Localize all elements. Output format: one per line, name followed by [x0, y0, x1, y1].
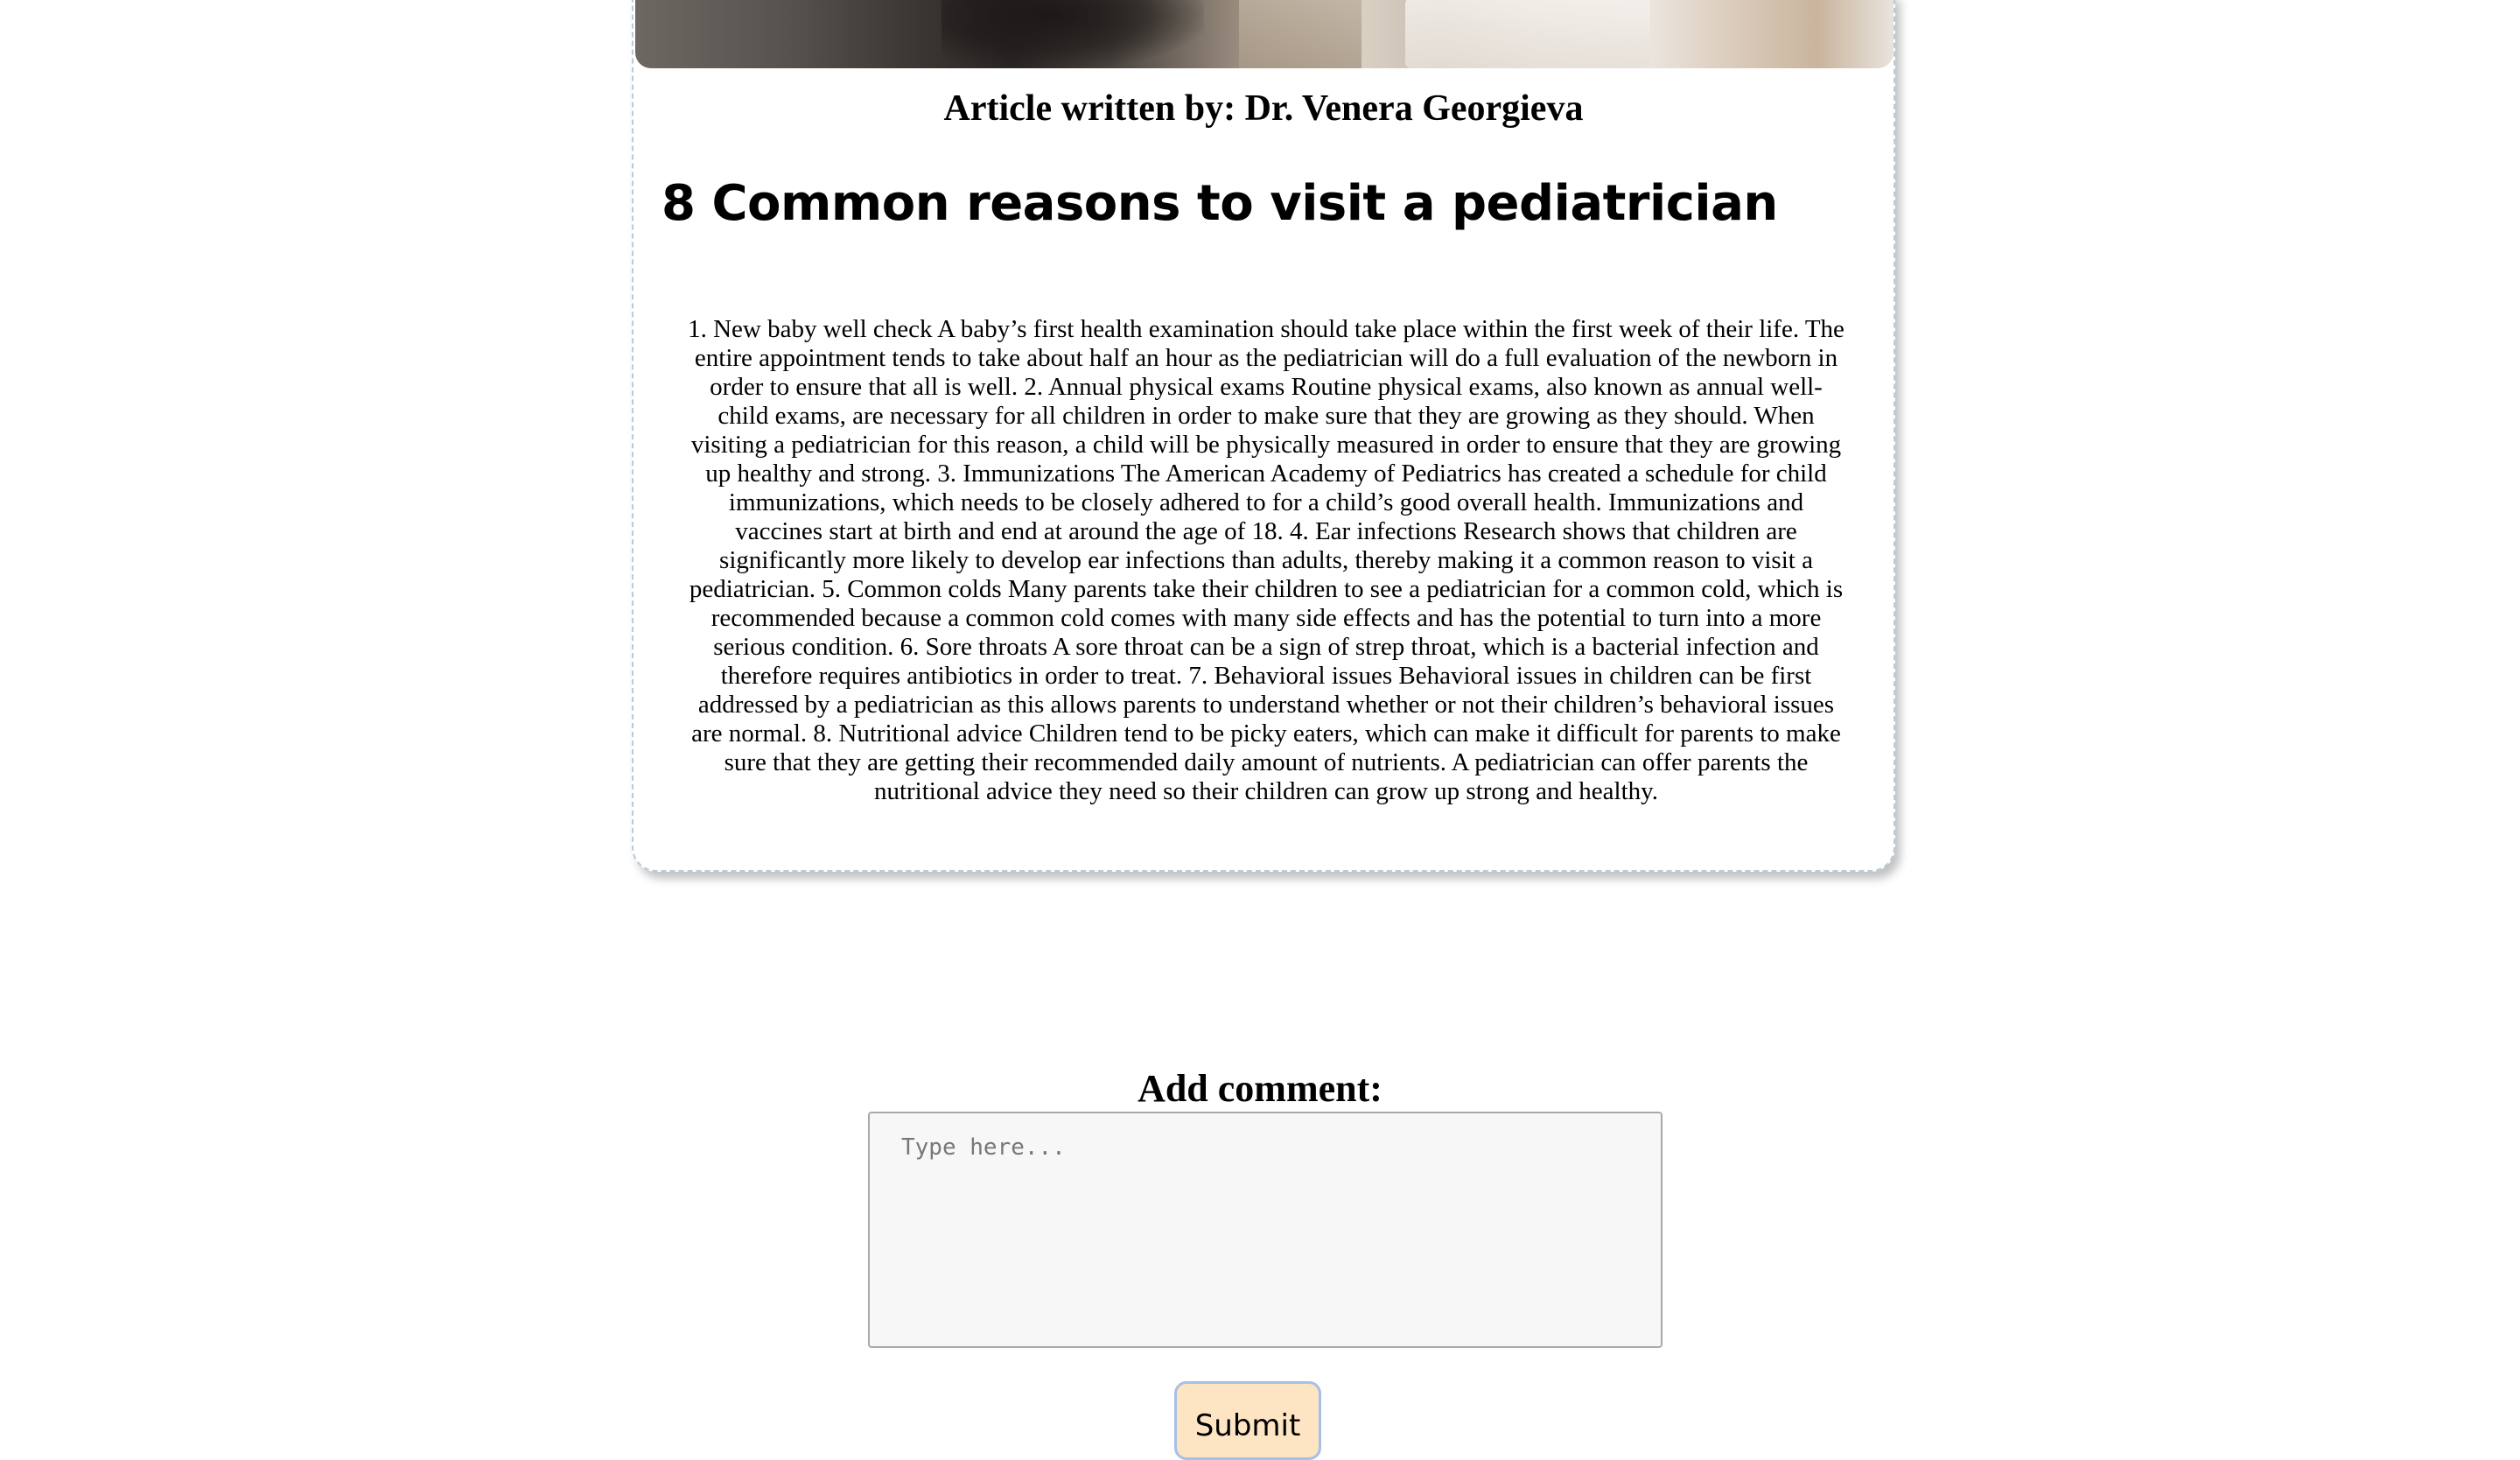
article-title: 8 Common reasons to visit a pediatrician	[662, 175, 1778, 232]
article-body: 1. New baby well check A baby’s first he…	[688, 315, 1844, 805]
hero-image-shadow	[942, 0, 1204, 68]
hero-image-background	[1405, 0, 1650, 68]
comment-textarea[interactable]	[868, 1112, 1662, 1348]
article-hero-image	[635, 0, 1894, 68]
submit-button[interactable]: Submit	[1174, 1381, 1321, 1460]
hero-image-chair	[1239, 0, 1362, 68]
article-author: Article written by: Dr. Venera Georgieva	[943, 88, 1584, 129]
comment-heading: Add comment:	[1138, 1067, 1382, 1110]
article-card: Article written by: Dr. Venera Georgieva…	[632, 0, 1895, 872]
